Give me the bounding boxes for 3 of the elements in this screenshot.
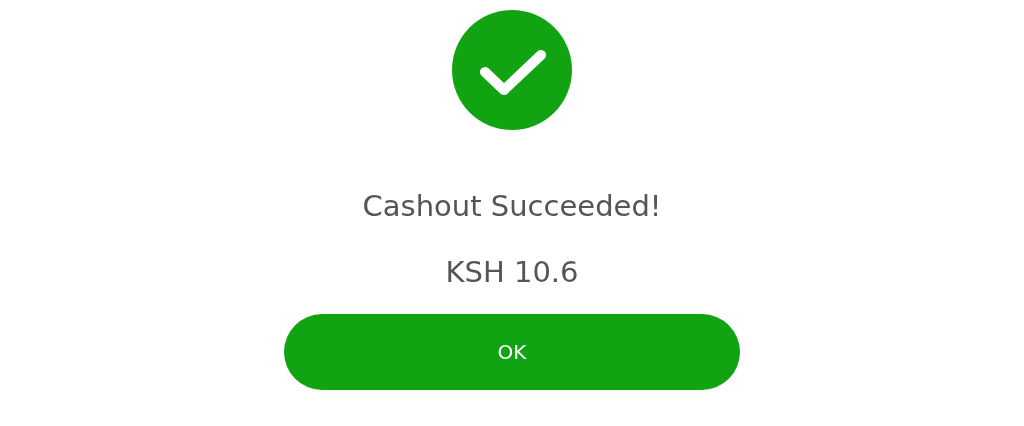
amount-text: KSH 10.6 bbox=[445, 254, 579, 291]
ok-button[interactable]: OK bbox=[284, 314, 740, 390]
status-title: Cashout Succeeded! bbox=[362, 188, 662, 225]
